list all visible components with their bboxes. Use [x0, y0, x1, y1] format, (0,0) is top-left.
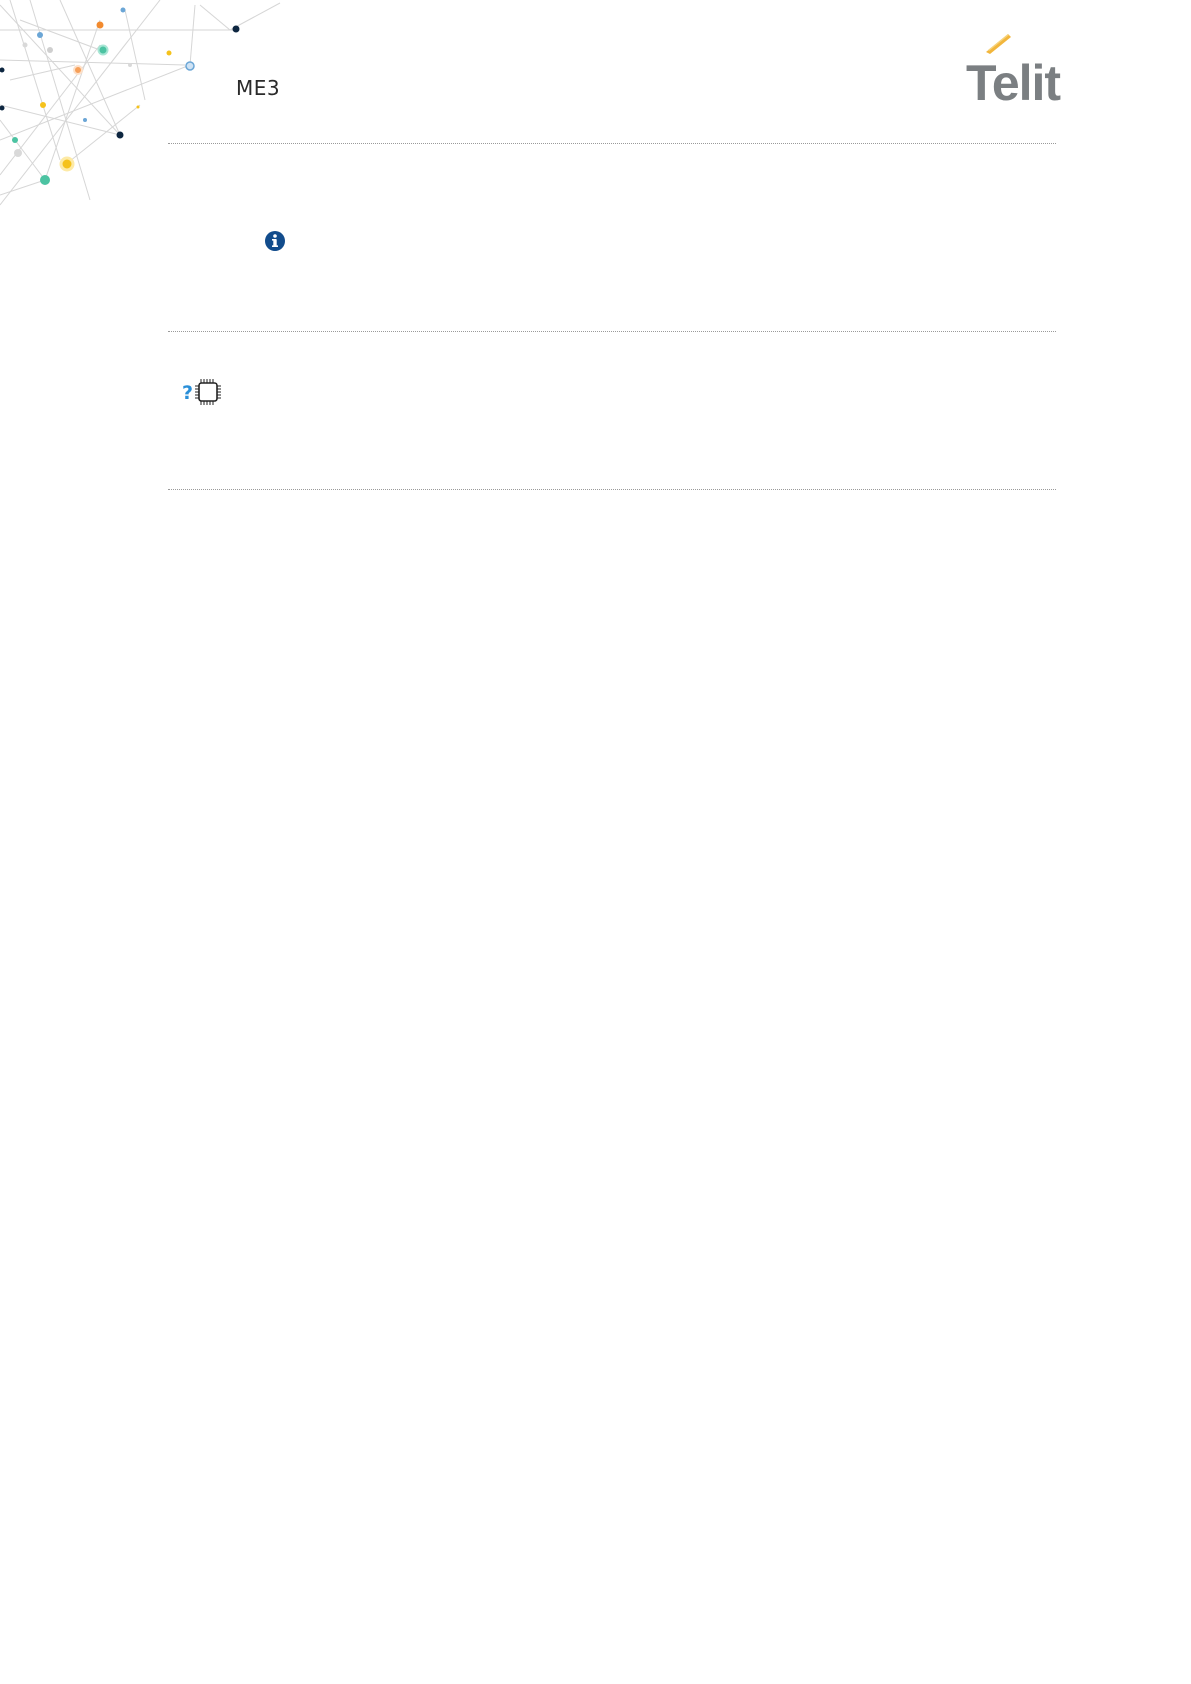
network-decoration	[0, 0, 281, 206]
section-divider	[168, 143, 1056, 144]
svg-text:?: ?	[182, 382, 193, 404]
question-chip-icon: ?	[182, 379, 221, 405]
section-divider	[168, 489, 1056, 490]
section-divider	[168, 331, 1056, 332]
telit-logo: Telit	[966, 34, 1062, 104]
document-header-title: ME3	[236, 76, 281, 100]
info-icon	[265, 231, 285, 251]
svg-text:Telit: Telit	[966, 55, 1061, 104]
